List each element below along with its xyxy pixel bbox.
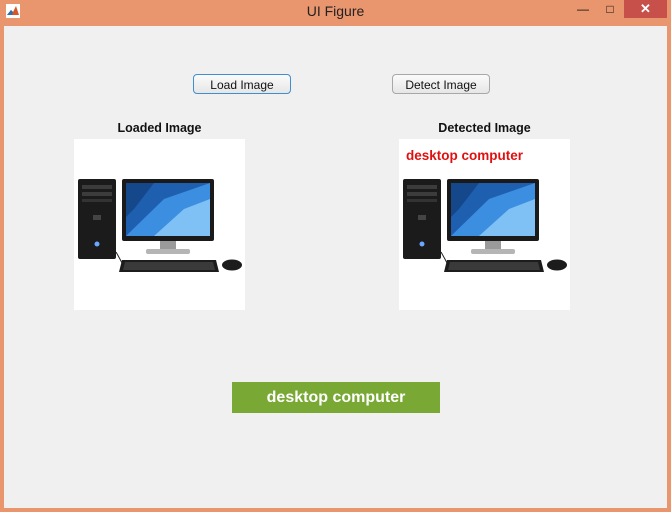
minimize-icon: — (577, 2, 589, 16)
minimize-button[interactable]: — (570, 0, 596, 18)
detect-image-button[interactable]: Detect Image (392, 74, 490, 94)
maximize-icon: □ (606, 2, 614, 16)
figure-content: Load Image Detect Image Loaded Image Det… (4, 26, 667, 508)
maximize-button[interactable]: □ (597, 0, 623, 18)
result-label: desktop computer (232, 382, 440, 413)
detected-image-title: Detected Image (438, 121, 531, 135)
desktop-computer-image (78, 179, 242, 272)
title-bar[interactable]: UI Figure — □ ✕ (0, 0, 671, 24)
detected-image-axes: desktop computer (399, 139, 570, 310)
desktop-computer-image (403, 179, 567, 272)
close-icon: ✕ (640, 1, 651, 16)
close-button[interactable]: ✕ (624, 0, 667, 18)
detection-label-overlay: desktop computer (406, 148, 524, 163)
loaded-image-title: Loaded Image (117, 121, 202, 135)
loaded-image-axes (74, 139, 245, 310)
load-image-button[interactable]: Load Image (193, 74, 291, 94)
